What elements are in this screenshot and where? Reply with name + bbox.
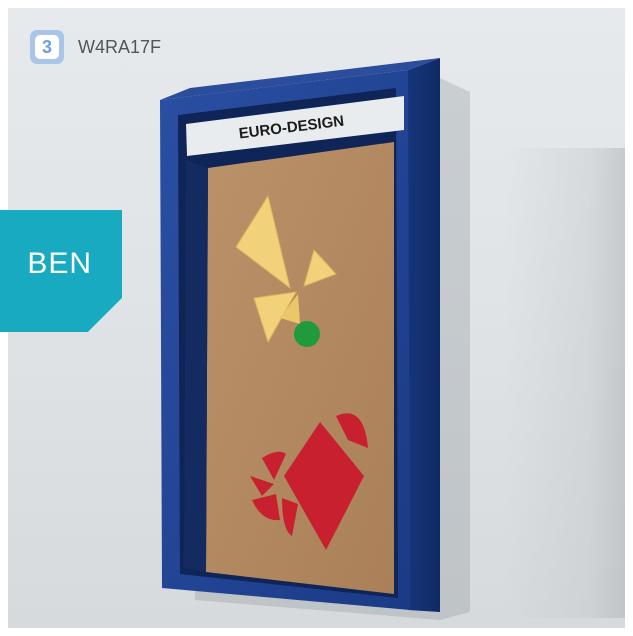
side-tab-label: BEN [27, 247, 92, 280]
green-circle [294, 321, 320, 347]
cabinet-side [408, 58, 440, 612]
cork-board [206, 142, 394, 594]
